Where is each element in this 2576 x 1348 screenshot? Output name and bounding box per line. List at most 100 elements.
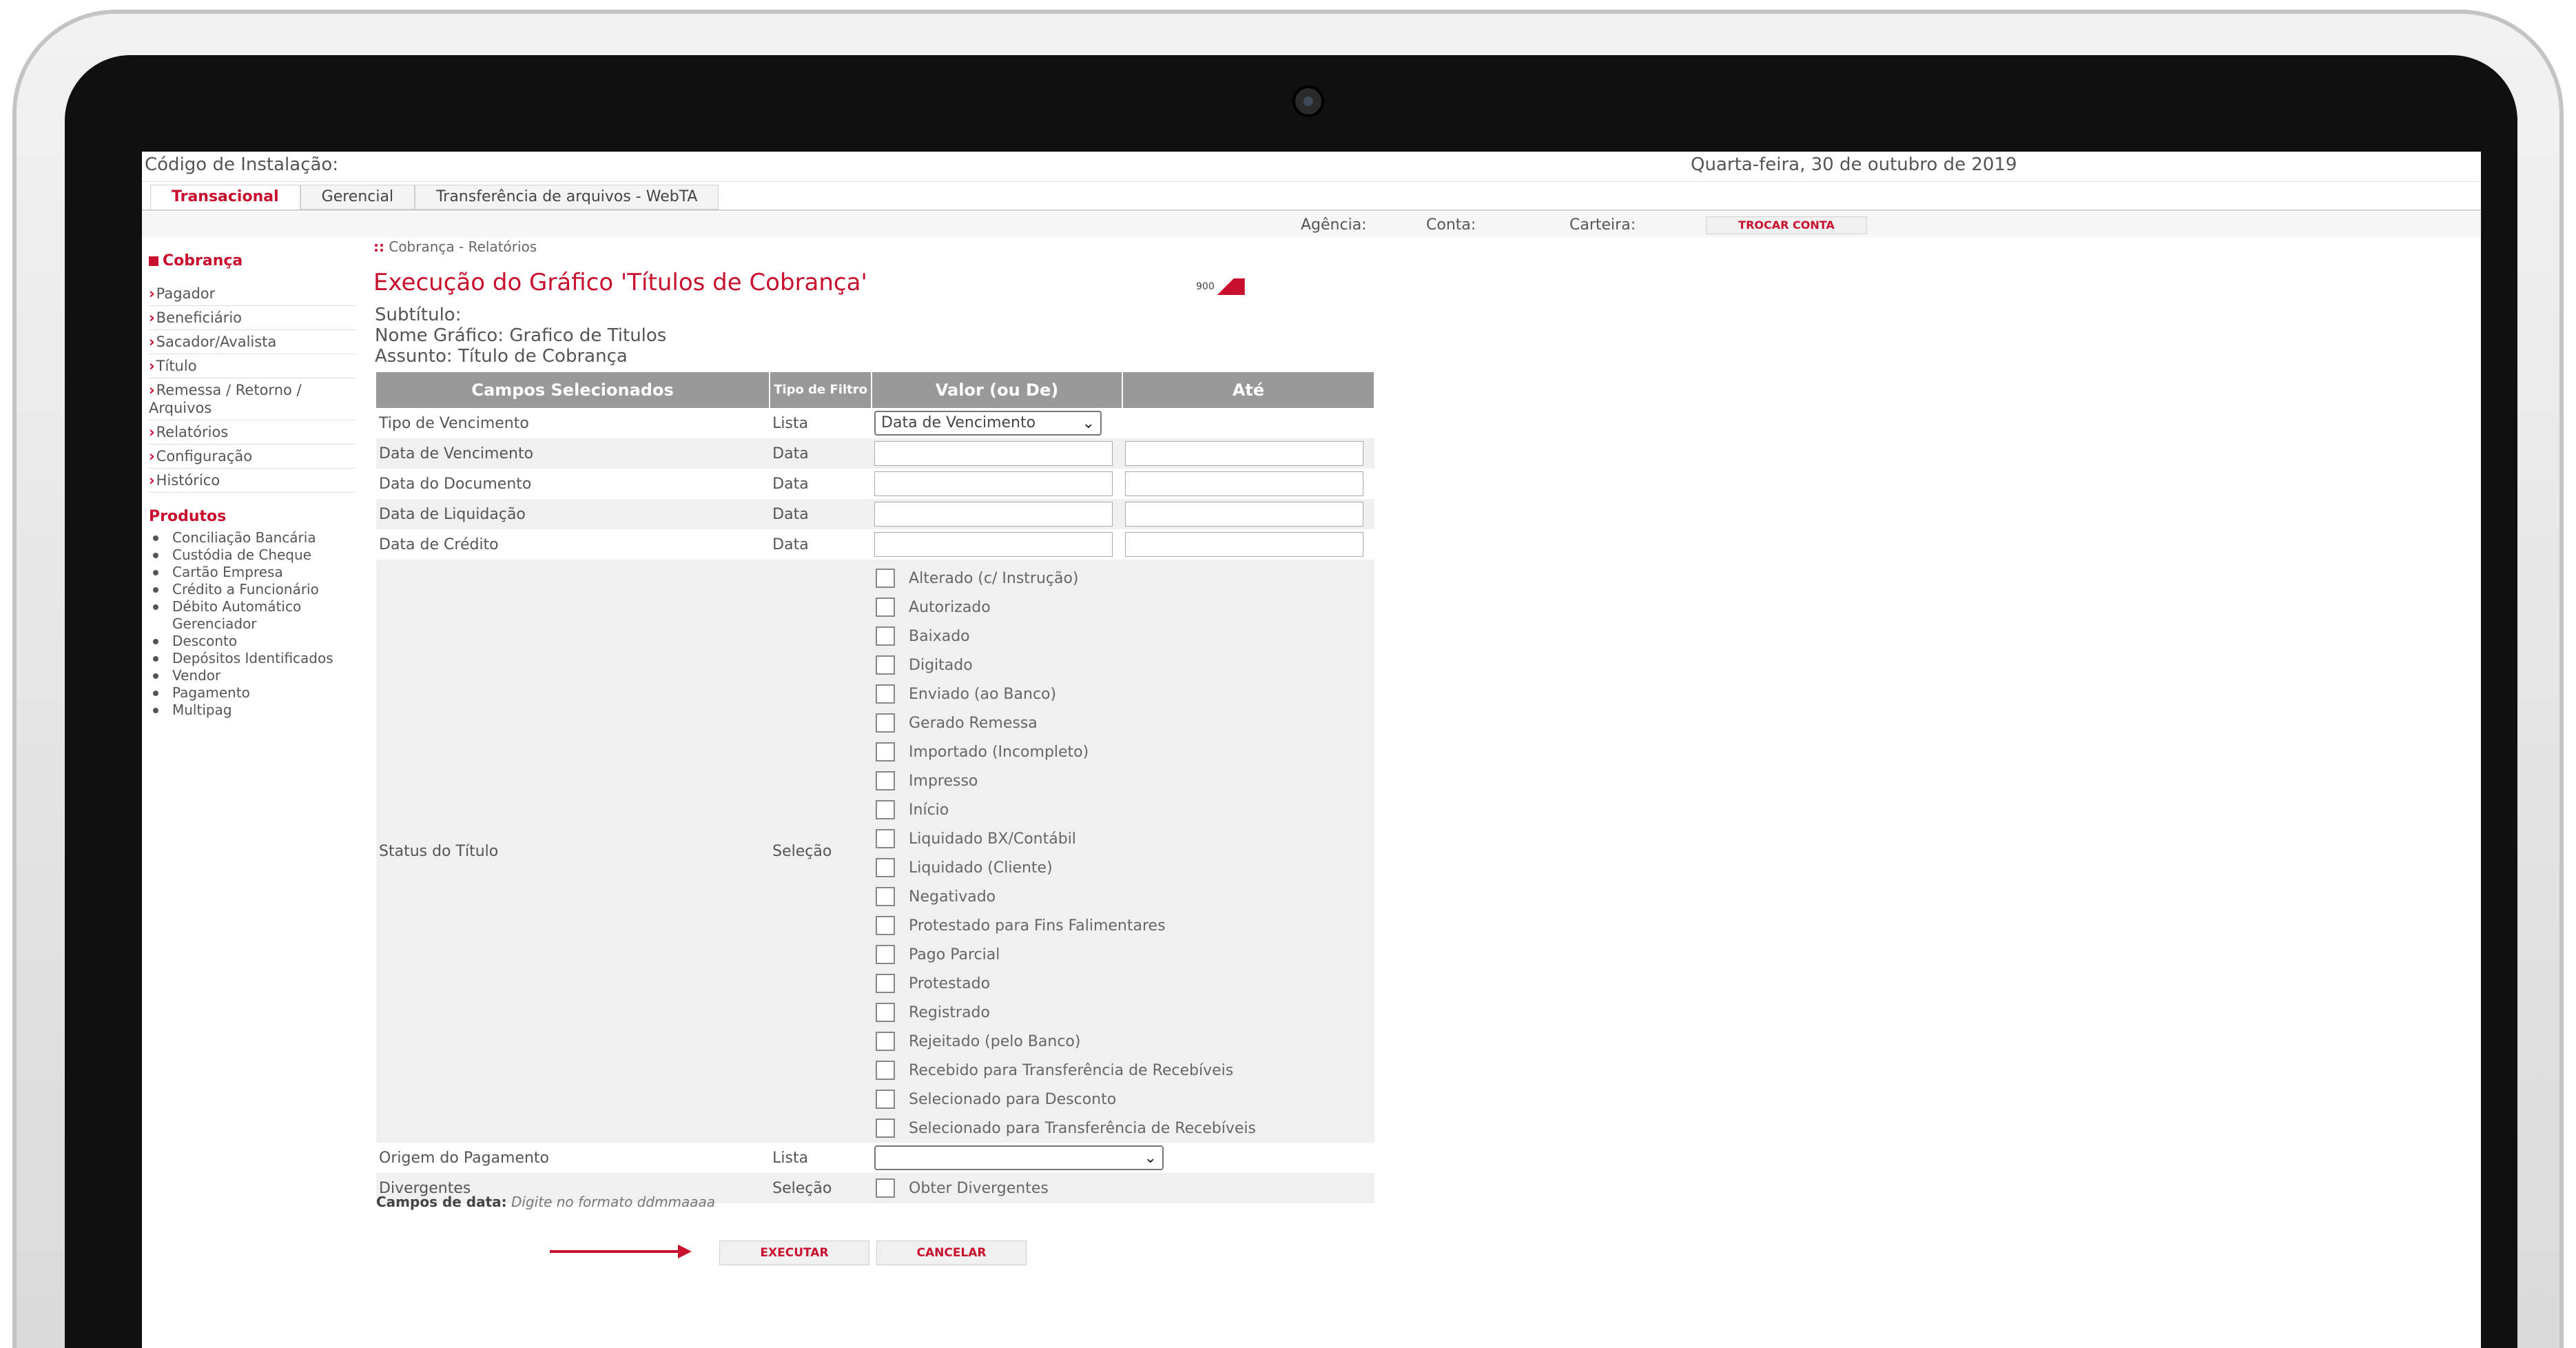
status-option[interactable]: Liquidado BX/Contábil xyxy=(874,824,1372,853)
tab-gerencial[interactable]: Gerencial xyxy=(300,185,415,210)
filter-type: Data xyxy=(772,535,809,553)
date-to-input[interactable] xyxy=(1125,471,1363,496)
checkbox[interactable] xyxy=(876,713,896,733)
sidebar-item-configuracao[interactable]: ›Configuração xyxy=(149,445,356,469)
until-cell xyxy=(1122,529,1374,560)
chevron-right-icon: › xyxy=(149,448,155,464)
checkbox[interactable] xyxy=(876,1090,896,1109)
filter-type: Data xyxy=(770,499,872,529)
status-option[interactable]: Digitado xyxy=(874,651,1372,680)
checkbox[interactable] xyxy=(876,742,896,762)
bullet-icon xyxy=(153,587,158,593)
checkbox[interactable] xyxy=(876,569,896,588)
checkbox[interactable] xyxy=(876,626,896,646)
product-item[interactable]: Vendor xyxy=(149,667,356,684)
bullet-icon xyxy=(153,535,158,541)
sidebar-item-historico[interactable]: ›Histórico xyxy=(149,469,356,493)
checkbox[interactable] xyxy=(876,1032,896,1051)
divergentes-option[interactable]: Obter Divergentes xyxy=(874,1174,1372,1203)
sidebar-item-pagador[interactable]: ›Pagador xyxy=(149,282,356,306)
checkbox[interactable] xyxy=(876,655,896,675)
status-option[interactable]: Pago Parcial xyxy=(874,940,1372,969)
product-item[interactable]: Cartão Empresa xyxy=(149,564,356,581)
date-from-input[interactable] xyxy=(874,471,1113,496)
sidebar-item-label: Remessa / Retorno / Arquivos xyxy=(149,382,302,416)
select-value: Data de Vencimento xyxy=(881,414,1036,431)
date-from-input[interactable] xyxy=(874,502,1113,527)
status-option[interactable]: Registrado xyxy=(874,998,1372,1027)
status-option[interactable]: Selecionado para Desconto xyxy=(874,1085,1372,1114)
date-format-hint: Campos de data: Digite no formato ddmmaa… xyxy=(376,1194,715,1210)
tab-transacional[interactable]: Transacional xyxy=(150,185,300,210)
checkbox[interactable] xyxy=(876,916,896,935)
field-name: Data do Documento xyxy=(379,475,532,493)
product-label: Débito Automático Gerenciador xyxy=(172,598,302,632)
table-row-status: Status do Título Seleção Alterado (c/ In… xyxy=(376,560,1374,1143)
arrow-right-icon xyxy=(550,1245,692,1258)
sidebar-item-titulo[interactable]: ›Título xyxy=(149,354,356,378)
product-item[interactable]: Depósitos Identificados xyxy=(149,650,356,667)
date-to-input[interactable] xyxy=(1125,532,1363,557)
checkbox[interactable] xyxy=(876,945,896,964)
product-item[interactable]: Desconto xyxy=(149,633,356,650)
status-option[interactable]: Autorizado xyxy=(874,593,1372,622)
until-cell xyxy=(1122,469,1374,499)
product-item[interactable]: Débito Automático Gerenciador xyxy=(149,598,356,633)
status-option[interactable]: Rejeitado (pelo Banco) xyxy=(874,1027,1372,1056)
status-option[interactable]: Início xyxy=(874,795,1372,824)
status-option-label: Pago Parcial xyxy=(909,946,1000,963)
product-item[interactable]: Multipag xyxy=(149,702,356,719)
sidebar-item-remessa[interactable]: ›Remessa / Retorno / Arquivos xyxy=(149,378,356,420)
status-option[interactable]: Negativado xyxy=(874,882,1372,911)
product-item[interactable]: Conciliação Bancária xyxy=(149,529,356,547)
table-header-row: Campos Selecionados Tipo de Filtro Valor… xyxy=(376,372,1375,408)
sidebar-item-relatorios[interactable]: ›Relatórios xyxy=(149,420,356,445)
date-to-input[interactable] xyxy=(1125,502,1363,527)
status-option[interactable]: Impresso xyxy=(874,766,1372,795)
status-option[interactable]: Liquidado (Cliente) xyxy=(874,853,1372,882)
checkbox[interactable] xyxy=(876,1061,896,1080)
product-label: Multipag xyxy=(172,702,232,718)
checkbox[interactable] xyxy=(876,771,896,790)
checkbox[interactable] xyxy=(876,800,896,819)
checkbox[interactable] xyxy=(876,598,896,617)
sidebar-item-sacador[interactable]: ›Sacador/Avalista xyxy=(149,330,356,354)
checkbox[interactable] xyxy=(876,974,896,993)
checkbox[interactable] xyxy=(876,1178,896,1198)
status-option[interactable]: Protestado para Fins Falimentares xyxy=(874,911,1372,940)
status-option[interactable]: Enviado (ao Banco) xyxy=(874,680,1372,708)
tipo-vencimento-select[interactable]: Data de Vencimento ⌄ xyxy=(874,411,1102,436)
sidebar-item-beneficiario[interactable]: ›Beneficiário xyxy=(149,306,356,330)
date-from-input[interactable] xyxy=(874,532,1113,557)
tab-webta[interactable]: Transferência de arquivos - WebTA xyxy=(415,185,719,210)
cancelar-button[interactable]: CANCELAR xyxy=(876,1240,1027,1265)
status-option[interactable]: Importado (Incompleto) xyxy=(874,737,1372,766)
value-cell xyxy=(872,499,1122,529)
filter-table: Campos Selecionados Tipo de Filtro Valor… xyxy=(376,372,1375,1203)
status-option[interactable]: Gerado Remessa xyxy=(874,708,1372,737)
table-row: Tipo de Vencimento Lista Data de Vencime… xyxy=(376,408,1374,438)
status-option-label: Registrado xyxy=(909,1003,990,1021)
status-option[interactable]: Protestado xyxy=(874,969,1372,998)
origem-pagamento-select[interactable]: ⌄ xyxy=(874,1145,1164,1170)
status-option[interactable]: Recebido para Transferência de Recebívei… xyxy=(874,1056,1372,1085)
checkbox[interactable] xyxy=(876,1119,896,1138)
checkbox[interactable] xyxy=(876,887,896,906)
product-item[interactable]: Custódia de Cheque xyxy=(149,547,356,564)
product-item[interactable]: Crédito a Funcionário xyxy=(149,581,356,598)
status-option[interactable]: Alterado (c/ Instrução) xyxy=(874,564,1372,593)
date-from-input[interactable] xyxy=(874,441,1113,466)
checkbox[interactable] xyxy=(876,858,896,877)
status-option[interactable]: Selecionado para Transferência de Recebí… xyxy=(874,1114,1372,1143)
checkbox[interactable] xyxy=(876,829,896,848)
chevron-down-icon: ⌄ xyxy=(1144,1150,1157,1167)
status-option[interactable]: Baixado xyxy=(874,622,1372,651)
checkbox[interactable] xyxy=(876,1003,896,1022)
bullet-icon xyxy=(153,639,158,644)
date-to-input[interactable] xyxy=(1125,441,1363,466)
checkbox[interactable] xyxy=(876,684,896,704)
executar-button[interactable]: EXECUTAR xyxy=(719,1240,869,1265)
trocar-conta-button[interactable]: TROCAR CONTA xyxy=(1706,216,1867,234)
product-item[interactable]: Pagamento xyxy=(149,684,356,702)
cobranca-square-icon xyxy=(149,256,158,266)
